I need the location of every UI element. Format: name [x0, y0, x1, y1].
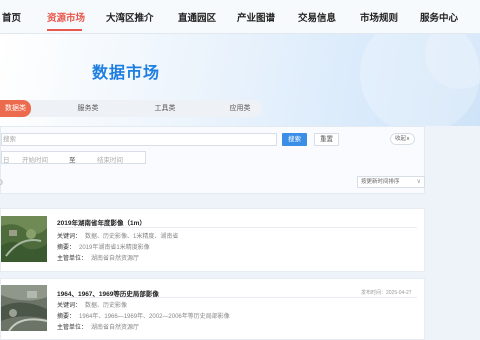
tab-services[interactable]: 服务类	[66, 100, 110, 117]
reset-button[interactable]: 重置	[314, 133, 339, 146]
chevron-down-icon: ∨	[416, 179, 421, 185]
nav-item-market-rules[interactable]: 市场规则	[360, 10, 398, 24]
date-range-picker[interactable]: 日 开始时间 至 结束时间	[1, 151, 146, 164]
nav-item-trade-info[interactable]: 交易信息	[298, 10, 336, 24]
satellite-thumbnail	[1, 216, 47, 262]
collapse-button[interactable]: 收起∧	[390, 133, 415, 145]
sort-label: 按更新时间排序	[361, 179, 400, 185]
summary-value: 2019年湖南省1米精度影像	[79, 245, 150, 251]
keywords-value: 数据、历史影像、1米精度、湖南省	[85, 234, 179, 240]
nav-item-park[interactable]: 直通园区	[178, 10, 216, 24]
keywords-label: 关键词：	[57, 303, 82, 309]
list-item[interactable]: 1964、1967、1969等历史局部影像 发布时间：2025-04-27 关键…	[0, 278, 425, 340]
hero-decoration	[360, 34, 480, 126]
divider	[57, 227, 417, 228]
summary-value: 1964年、1966—1969年、2002—2006年等历史局部影像	[79, 314, 230, 320]
divider	[57, 297, 417, 298]
tab-data[interactable]: 数据类	[0, 100, 31, 117]
owner-row: 主管单位： 湖南省自然资源厅	[57, 253, 139, 262]
keywords-label: 关键词：	[57, 234, 82, 240]
nav-item-home[interactable]: 首页	[2, 10, 21, 24]
list-item[interactable]: 2019年湖南省年度影像（1m） 关键词： 数据、历史影像、1米精度、湖南省 摘要…	[0, 208, 425, 272]
nav-item-bay-area[interactable]: 大湾区推介	[106, 10, 154, 24]
summary-row: 摘要： 1964年、1966—1969年、2002—2006年等历史局部影像	[57, 311, 230, 320]
start-date-field[interactable]: 开始时间	[22, 154, 48, 164]
nav-item-resource-market[interactable]: 资源市场	[47, 10, 85, 24]
list-header: 》 按更新时间排序 ∨	[0, 176, 425, 188]
keywords-row: 关键词： 数据、历史影像、1米精度、湖南省	[57, 231, 178, 240]
date-separator: 至	[69, 157, 76, 164]
tab-tools[interactable]: 工具类	[143, 100, 187, 117]
nav-item-industry-map[interactable]: 产业图谱	[237, 10, 275, 24]
end-date-field[interactable]: 结束时间	[97, 154, 123, 164]
owner-value: 湖南省自然资源厅	[91, 325, 140, 331]
category-tabs: 数据类 服务类 工具类 应用类	[0, 100, 262, 117]
owner-row: 主管单位： 湖南省自然资源厅	[57, 322, 139, 331]
tab-applications[interactable]: 应用类	[218, 100, 262, 117]
sort-select[interactable]: 按更新时间排序 ∨	[357, 176, 425, 188]
date-prefix: 日	[3, 157, 10, 164]
summary-label: 摘要：	[57, 245, 76, 251]
search-button[interactable]: 搜索	[282, 133, 307, 146]
keywords-row: 关键词： 数据、历史影像	[57, 300, 127, 309]
owner-label: 主管单位：	[57, 325, 88, 331]
owner-label: 主管单位：	[57, 256, 88, 262]
result-title[interactable]: 2019年湖南省年度影像（1m）	[57, 217, 146, 227]
top-navigation: 首页 资源市场 大湾区推介 直通园区 产业图谱 交易信息 市场规则 服务中心	[0, 0, 480, 34]
summary-label: 摘要：	[57, 314, 76, 320]
search-input[interactable]: 搜索	[1, 133, 277, 146]
page-title: 数据市场	[92, 65, 161, 82]
publish-date: 发布时间：2025-04-27	[361, 290, 412, 296]
keywords-value: 数据、历史影像	[85, 303, 128, 309]
owner-value: 湖南省自然资源厅	[91, 256, 140, 262]
nav-item-service-center[interactable]: 服务中心	[420, 10, 458, 24]
list-header-mark: 》	[0, 181, 7, 187]
satellite-thumbnail	[1, 285, 47, 331]
nav-active-underline	[47, 29, 82, 31]
summary-row: 摘要： 2019年湖南省1米精度影像	[57, 242, 150, 251]
